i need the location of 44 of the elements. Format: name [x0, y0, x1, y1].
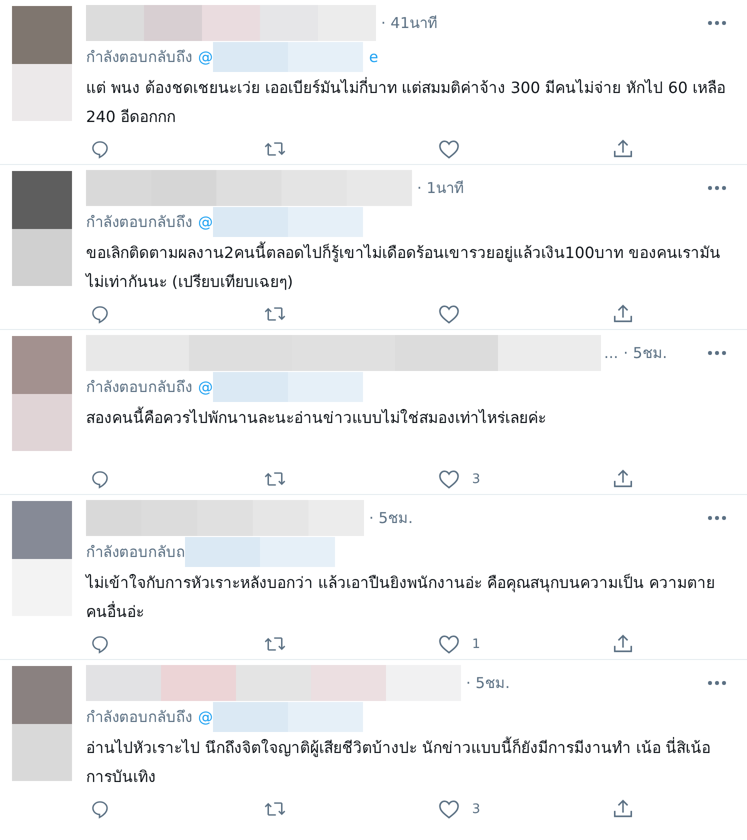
- heart-icon[interactable]: [438, 799, 460, 819]
- like-count: 3: [472, 802, 480, 816]
- mention-link[interactable]: @: [198, 213, 213, 231]
- timestamp[interactable]: · 41นาที: [381, 11, 438, 35]
- like-count: 1: [472, 636, 480, 652]
- more-icon[interactable]: [707, 185, 727, 191]
- mention-link[interactable]: @: [198, 378, 213, 396]
- reply-label: กำลังตอบกลับถ: [86, 542, 185, 563]
- mention-link[interactable]: e: [369, 48, 378, 66]
- more-icon[interactable]: [707, 515, 727, 521]
- tweet-text: ขอเลิกติดตามผลงาน2คนนี้ตลอดไปก็รู้เขาไม่เดือดร้อนเขารวยอยู่แล้วเงิน100บาท ของคนเรามันไม่เท่ากันนะ (เปรียบเทียบเฉยๆ): [86, 239, 727, 297]
- reply-icon[interactable]: [90, 304, 110, 324]
- timestamp[interactable]: · 1นาที: [417, 176, 464, 200]
- more-icon[interactable]: [707, 350, 727, 356]
- name-ellipsis: ...: [604, 344, 618, 362]
- reply-label: กำลังตอบกลับถึง: [86, 707, 192, 728]
- tweet-text: แต่ พนง ต้องชดเชยนะเว่ย เออเบียร์มันไม่กี่บาท แต่สมมติค่าจ้าง 300 มีคนไม่จ่าย หักไป 60 เหลือ 240 อีดอกกก: [86, 76, 727, 128]
- tweet-text: อ่านไปหัวเราะไป นึกถึงจิตใจญาติผู้เสียชีวิตบ้างปะ นักข่าวแบบนี้ก็ยังมีการมีงานทำ เน้อ นี่สิเน้อ การบันเทิง: [86, 734, 727, 792]
- mention-link[interactable]: @: [198, 48, 213, 66]
- heart-icon[interactable]: [438, 634, 460, 654]
- reply-icon[interactable]: [90, 139, 110, 159]
- reply-label: กำลังตอบกลับถึง: [86, 47, 192, 68]
- tweet-text: สองคนนี้คือควรไปพักนานละนะอ่านข่าวแบบไม่ใช่สมองเท่าไหร่เลยค่ะ: [86, 404, 727, 462]
- timestamp[interactable]: · 5ชม.: [466, 671, 510, 695]
- reply-label: กำลังตอบกลับถึง: [86, 377, 192, 398]
- share-icon[interactable]: [612, 633, 634, 655]
- tweet-text: ไม่เข้าใจกับการหัวเราะหลังบอกว่า แล้วเอาปืนยิงพนักงานอ่ะ คือคุณสนุกบนความเป็น ความตายคนอื่นอ่ะ: [86, 572, 716, 623]
- share-icon[interactable]: [612, 798, 634, 820]
- reply-icon[interactable]: [90, 799, 110, 819]
- mention-link[interactable]: @: [198, 708, 213, 726]
- reply-icon[interactable]: [90, 634, 110, 654]
- reply-icon[interactable]: [90, 469, 110, 489]
- more-icon[interactable]: [707, 680, 727, 686]
- more-icon[interactable]: [707, 20, 727, 26]
- share-icon[interactable]: [612, 468, 634, 490]
- share-icon[interactable]: [612, 303, 634, 325]
- timestamp[interactable]: · 5ชม.: [623, 341, 668, 365]
- heart-icon[interactable]: [438, 139, 460, 159]
- reply-label: กำลังตอบกลับถึง: [86, 212, 192, 233]
- heart-icon[interactable]: [438, 304, 460, 324]
- like-count: 3: [472, 472, 480, 486]
- heart-icon[interactable]: [438, 469, 460, 489]
- timestamp[interactable]: · 5ชม.: [369, 506, 413, 530]
- share-icon[interactable]: [612, 138, 634, 160]
